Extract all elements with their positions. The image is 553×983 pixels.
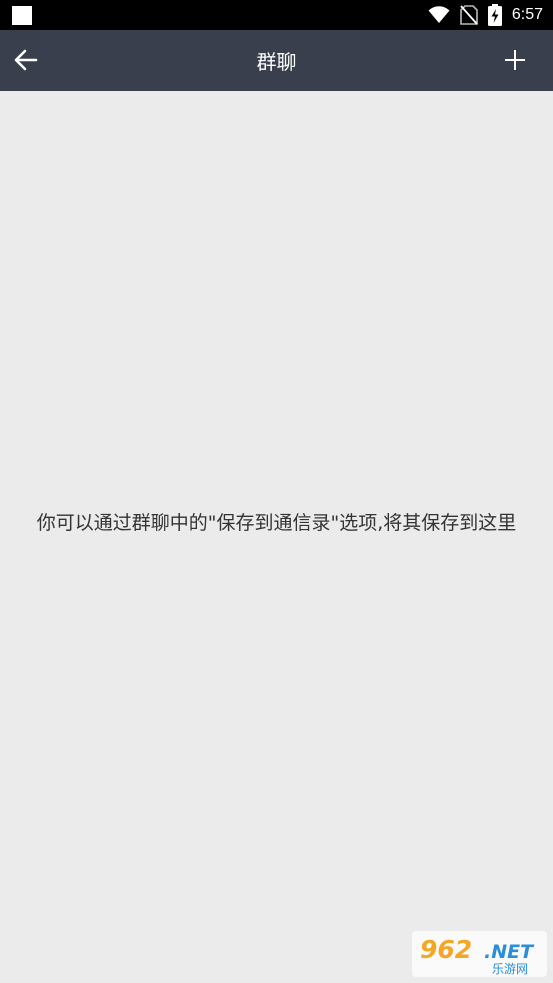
add-button[interactable] [495, 40, 535, 80]
page-title: 群聊 [256, 50, 297, 74]
status-icons: 6:57 [428, 0, 543, 30]
arrow-left-icon [14, 49, 38, 71]
no-sim-icon [460, 5, 478, 25]
svg-text:.NET: .NET [484, 941, 535, 963]
watermark-logo: 962 .NET 乐游网 [412, 931, 547, 977]
notification-icon [12, 6, 32, 25]
svg-text:962: 962 [420, 935, 472, 964]
status-time: 6:57 [511, 6, 543, 23]
back-button[interactable] [6, 38, 46, 82]
status-bar: 6:57 [0, 0, 553, 30]
empty-state-message: 你可以通过群聊中的"保存到通信录"选项,将其保存到这里 [36, 512, 517, 534]
watermark-logo-image: 962 .NET 乐游网 [420, 935, 535, 976]
plus-icon [505, 50, 525, 70]
battery-charging-icon [487, 4, 502, 26]
svg-text:乐游网: 乐游网 [492, 962, 528, 976]
wifi-icon [428, 6, 450, 23]
app-bar: 群聊 [0, 30, 553, 91]
content-area: 你可以通过群聊中的"保存到通信录"选项,将其保存到这里 [0, 91, 553, 983]
